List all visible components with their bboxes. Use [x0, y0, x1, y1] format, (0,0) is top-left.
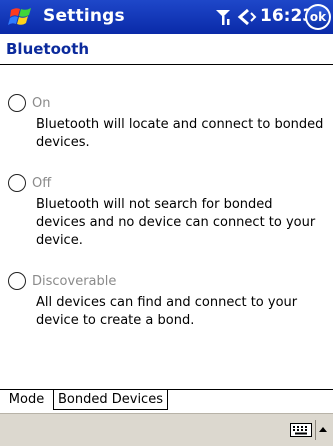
radio-off[interactable] — [8, 174, 26, 192]
tab-bonded-devices[interactable]: Bonded Devices — [54, 390, 168, 410]
radio-on[interactable] — [8, 94, 26, 112]
tab-mode[interactable]: Mode — [0, 390, 54, 410]
ok-button[interactable]: ok — [305, 4, 331, 30]
title-bar: Settings 16:23 ok — [0, 0, 333, 34]
windows-flag-icon[interactable] — [8, 5, 36, 29]
volume-icon[interactable] — [236, 7, 258, 27]
option-on: On Bluetooth will locate and connect to … — [8, 94, 328, 152]
option-discoverable-description: All devices can find and connect to your… — [36, 295, 298, 328]
keyboard-icon[interactable] — [290, 423, 312, 437]
ok-button-label: ok — [307, 6, 329, 28]
radio-discoverable[interactable] — [8, 272, 26, 290]
option-off-description: Bluetooth will not search for bonded dev… — [36, 197, 316, 248]
radio-off-label[interactable]: Off — [32, 176, 51, 191]
page-title: Bluetooth — [6, 40, 90, 58]
up-arrow-icon[interactable] — [315, 420, 330, 440]
radio-on-label[interactable]: On — [32, 96, 50, 111]
signal-strength-icon[interactable] — [214, 7, 232, 27]
option-discoverable: Discoverable All devices can find and co… — [8, 272, 328, 330]
option-off: Off Bluetooth will not search for bonded… — [8, 174, 328, 250]
radio-discoverable-label[interactable]: Discoverable — [32, 274, 116, 289]
tab-bar: Mode Bonded Devices — [0, 389, 333, 411]
app-title: Settings — [43, 6, 125, 26]
heading-divider — [0, 64, 333, 65]
menu-bar — [0, 413, 333, 446]
option-on-description: Bluetooth will locate and connect to bon… — [36, 117, 324, 150]
